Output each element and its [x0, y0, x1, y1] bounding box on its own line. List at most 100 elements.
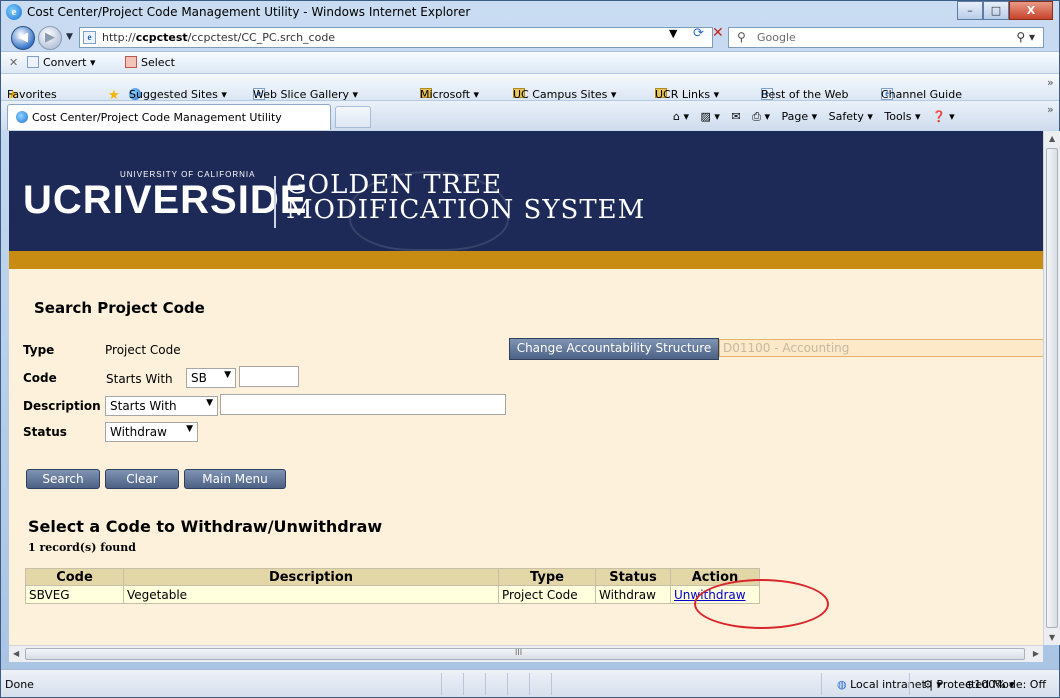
description-input[interactable]: [220, 394, 506, 415]
type-value: Project Code: [105, 343, 181, 357]
grip-icon: III: [515, 648, 523, 657]
status-label: Status: [23, 425, 67, 439]
home-icon[interactable]: ⌂ ▾: [673, 110, 689, 123]
site-banner: UNIVERSITY OF CALIFORNIA UCRIVERSIDE Gol…: [9, 131, 1043, 251]
status-divider: [909, 673, 910, 695]
address-bar[interactable]: e http://ccpctest/ccpctest/CC_PC.srch_co…: [79, 27, 713, 48]
minimize-button[interactable]: –: [957, 1, 983, 20]
records-found: 1 record(s) found: [28, 541, 136, 554]
chevron-right-icon[interactable]: »: [1047, 103, 1054, 116]
col-status: Status: [595, 568, 671, 586]
scroll-down-icon[interactable]: ▼: [1049, 633, 1055, 642]
status-divider: [551, 673, 552, 695]
code-input[interactable]: [239, 366, 299, 387]
gold-bar: [9, 251, 1043, 269]
code-operator-select[interactable]: SB ▼: [186, 368, 236, 388]
stop-icon[interactable]: ✕: [712, 25, 724, 41]
description-label: Description: [23, 399, 101, 413]
status-divider: [821, 673, 822, 695]
banner-divider: [274, 176, 276, 228]
chevron-down-icon: ▼: [224, 370, 231, 380]
table-row: SBVEG Vegetable Project Code Withdraw Un…: [25, 585, 760, 604]
address-row: ◀ ▶ ▼ e http://ccpctest/ccpctest/CC_PC.s…: [1, 23, 1059, 51]
ie-logo-icon: e: [6, 4, 22, 20]
browser-window: e Cost Center/Project Code Management Ut…: [0, 0, 1060, 698]
highlight-circle: [694, 579, 829, 629]
address-url: http://ccpctest/ccpctest/CC_PC.srch_code: [102, 31, 336, 44]
status-divider: [441, 673, 442, 695]
status-divider: [529, 673, 530, 695]
close-button[interactable]: X: [1009, 1, 1053, 20]
cell-status: Withdraw: [595, 585, 671, 604]
favorites-bar: ★ Favorites ★ Suggested Sites ▾ e Web Sli…: [1, 73, 1059, 103]
address-dropdown-icon[interactable]: ▼: [669, 27, 677, 40]
accountability-field: D01100 - Accounting: [719, 339, 1043, 357]
cell-type: Project Code: [498, 585, 596, 604]
chevron-down-icon: ▼: [186, 424, 193, 434]
chevron-right-icon[interactable]: »: [1047, 76, 1054, 89]
ucr-logo: UNIVERSITY OF CALIFORNIA UCRIVERSIDE: [23, 170, 308, 222]
title-bar: e Cost Center/Project Code Management Ut…: [1, 1, 1059, 23]
page-menu[interactable]: Page ▾: [781, 110, 817, 123]
horizontal-scrollbar[interactable]: ◀ III ▶: [9, 645, 1043, 662]
main-menu-button[interactable]: Main Menu: [184, 469, 286, 489]
safety-menu[interactable]: Safety ▾: [829, 110, 873, 123]
help-icon[interactable]: ❓ ▾: [932, 110, 955, 123]
code-label: Code: [23, 371, 57, 385]
search-input[interactable]: ⚲ Google ⚲ ▾: [728, 27, 1044, 48]
table-header-row: Code Description Type Status Action: [25, 568, 760, 586]
code-starts-with: Starts With: [106, 372, 173, 386]
tab-tools: ⌂ ▾ ▨ ▾ ✉ ⎙ ▾ Page ▾ Safety ▾ Tools ▾ ❓ …: [673, 110, 963, 124]
system-title: Golden Tree Modification System: [286, 170, 646, 225]
convert-button[interactable]: Convert ▾: [27, 56, 96, 69]
vertical-scrollbar[interactable]: ▲ ▼: [1043, 131, 1060, 645]
window-title: Cost Center/Project Code Management Util…: [27, 5, 471, 19]
command-bar: ✕ Convert ▾ Select: [1, 51, 1059, 73]
scroll-left-icon[interactable]: ◀: [13, 649, 19, 658]
scroll-right-icon[interactable]: ▶: [1033, 649, 1039, 658]
zoom-icon: ⊕: [965, 678, 975, 691]
history-dropdown-icon[interactable]: ▼: [66, 32, 73, 42]
scroll-thumb[interactable]: [1046, 148, 1058, 628]
status-divider: [463, 673, 464, 695]
status-divider: [507, 673, 508, 695]
convert-icon: [27, 56, 39, 68]
tab-bar: Cost Center/Project Code Management Util…: [1, 100, 1059, 130]
results-heading: Select a Code to Withdraw/Unwithdraw: [28, 517, 383, 536]
status-bar: Done ◍ Local intranet | Protected Mode: …: [1, 669, 1059, 697]
tools-menu[interactable]: Tools ▾: [884, 110, 920, 123]
new-tab-button[interactable]: [335, 106, 371, 128]
clear-button[interactable]: Clear: [105, 469, 179, 489]
search-button[interactable]: Search: [26, 469, 100, 489]
col-type: Type: [498, 568, 596, 586]
feeds-icon[interactable]: ▨ ▾: [701, 110, 720, 123]
tab-active[interactable]: Cost Center/Project Code Management Util…: [7, 104, 331, 130]
cell-description: Vegetable: [123, 585, 499, 604]
scroll-thumb-horizontal[interactable]: [25, 648, 1025, 660]
protected-mode-icon[interactable]: ⚙ ▾: [923, 678, 942, 691]
mail-icon[interactable]: ✉: [731, 110, 740, 123]
status-divider: [485, 673, 486, 695]
zoom-control[interactable]: ⊕100% ▾: [965, 678, 1015, 691]
refresh-icon[interactable]: ⟳: [693, 26, 704, 41]
scroll-up-icon[interactable]: ▲: [1049, 134, 1055, 143]
close-toolbar-icon[interactable]: ✕: [9, 56, 18, 69]
forward-button[interactable]: ▶: [38, 26, 62, 50]
chevron-down-icon: ▼: [206, 398, 213, 408]
maximize-button[interactable]: □: [983, 1, 1009, 20]
print-icon[interactable]: ⎙ ▾: [752, 110, 770, 123]
status-select[interactable]: Withdraw ▼: [105, 422, 198, 442]
search-heading: Search Project Code: [34, 299, 205, 317]
select-button[interactable]: Select: [125, 56, 175, 69]
change-accountability-button[interactable]: Change Accountability Structure: [509, 338, 719, 360]
status-text: Done: [5, 678, 34, 691]
select-icon: [125, 56, 137, 68]
description-operator-select[interactable]: Starts With ▼: [105, 396, 218, 416]
col-description: Description: [123, 568, 499, 586]
type-label: Type: [23, 343, 55, 357]
page-content: UNIVERSITY OF CALIFORNIA UCRIVERSIDE Gol…: [9, 131, 1043, 645]
back-button[interactable]: ◀: [11, 26, 35, 50]
globe-icon: ◍: [837, 678, 847, 691]
search-icon[interactable]: ⚲ ▾: [1016, 30, 1035, 44]
page-icon: e: [83, 31, 96, 44]
